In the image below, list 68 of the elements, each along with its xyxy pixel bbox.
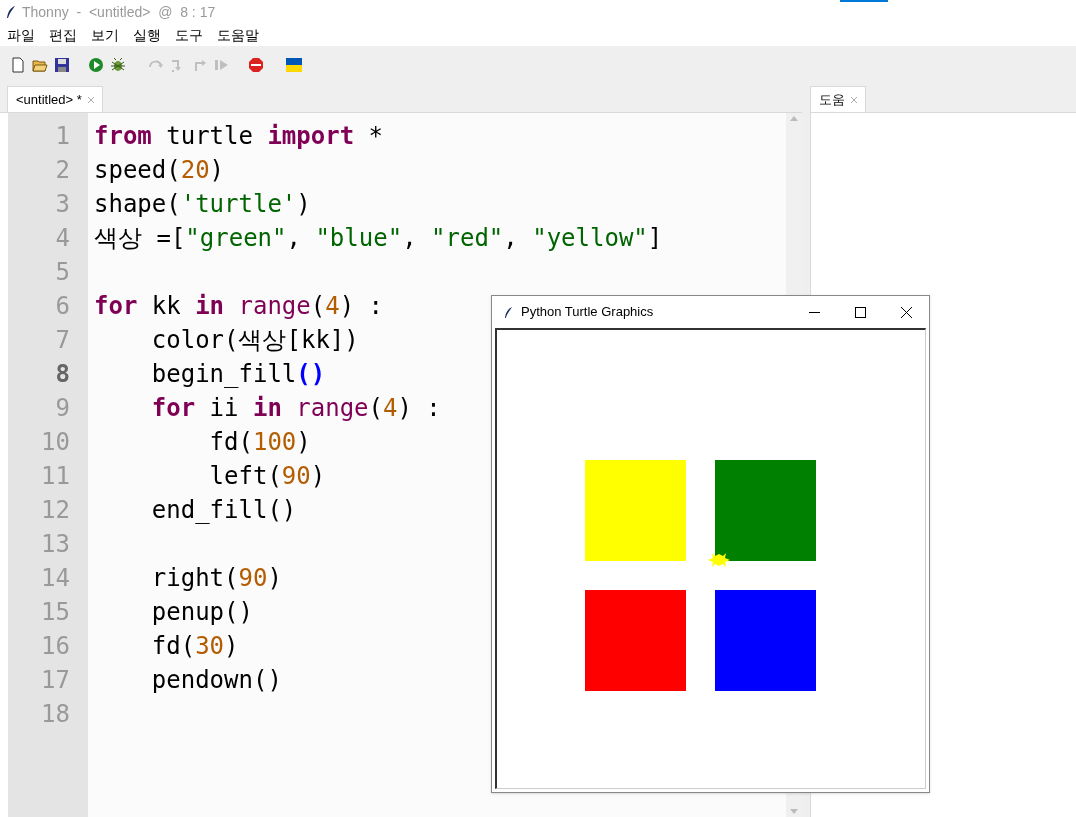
tab-label: <untitled> * <box>16 90 82 109</box>
code-line: fd(100) <box>208 427 311 458</box>
line-number: 14 <box>40 563 71 594</box>
code-line: for kk in range(4) : <box>94 291 384 322</box>
turtle-icon <box>706 550 732 570</box>
line-number: 17 <box>40 665 71 696</box>
line-number: 4 <box>54 223 71 254</box>
folder-icon <box>32 57 48 73</box>
code-line: fd(30) <box>150 631 239 662</box>
close-icon[interactable] <box>851 96 857 103</box>
menu-item[interactable]: 도구 <box>175 24 203 46</box>
window-title: Thonny - <untitled> @ 8 : 17 <box>22 2 216 22</box>
line-number: 13 <box>40 529 71 560</box>
scroll-up-icon[interactable] <box>790 115 798 121</box>
line-number: 2 <box>54 155 71 186</box>
code-line: color(색상[kk]) <box>150 325 359 356</box>
line-number: 3 <box>54 189 71 220</box>
code-line: left(90) <box>208 461 326 492</box>
line-number: 6 <box>54 291 71 322</box>
code-line: shape('turtle') <box>94 189 311 220</box>
line-number: 18 <box>40 699 71 730</box>
close-icon <box>900 306 912 318</box>
line-number: 5 <box>54 257 71 288</box>
stop-button[interactable] <box>247 55 265 75</box>
bug-icon <box>110 57 126 73</box>
line-number: 11 <box>40 461 71 492</box>
close-icon[interactable] <box>87 96 94 103</box>
feather-icon <box>504 305 513 319</box>
line-number: 15 <box>40 597 71 628</box>
menu-item[interactable]: 보기 <box>91 24 119 46</box>
code-line: for ii in range(4) : <box>150 393 441 424</box>
minimize-icon <box>808 311 820 313</box>
scroll-down-icon[interactable] <box>790 809 798 815</box>
new-file-icon <box>10 57 26 73</box>
tab[interactable]: <untitled> * <box>7 86 103 112</box>
save-button[interactable] <box>53 55 71 75</box>
feather-icon <box>6 5 16 19</box>
line-number: 16 <box>40 631 71 662</box>
up-arrow-icon <box>192 57 208 73</box>
line-number: 1 <box>54 121 71 152</box>
new-button[interactable] <box>9 55 27 75</box>
menu-item[interactable]: 실행 <box>133 24 161 46</box>
play-icon <box>88 57 104 73</box>
tab[interactable]: 도움 <box>810 86 866 112</box>
code-line: end_fill() <box>150 495 297 526</box>
resume-icon <box>214 57 230 73</box>
tab-label: 도움 <box>819 90 845 109</box>
line-number: 9 <box>54 393 71 424</box>
menu-item[interactable]: 파일 <box>7 24 35 46</box>
code-line: from turtle import * <box>94 121 383 152</box>
code-line: penup() <box>150 597 253 628</box>
flag-icon <box>286 57 302 73</box>
line-number: 8 <box>54 359 71 390</box>
flag-button[interactable] <box>285 55 303 75</box>
code-line: begin_fill() <box>150 359 326 390</box>
code-line: speed(20) <box>94 155 225 186</box>
line-number: 10 <box>40 427 71 458</box>
line-number: 12 <box>40 495 71 526</box>
run-button[interactable] <box>87 55 105 75</box>
window-title: Python Turtle Graphics <box>521 303 655 322</box>
code-line: pendown() <box>150 665 282 696</box>
stop-sign-icon <box>248 57 264 73</box>
maximize-icon <box>854 306 866 318</box>
menu-item[interactable]: 도움말 <box>217 24 259 46</box>
menu-item[interactable]: 편집 <box>49 24 77 46</box>
line-number: 7 <box>54 325 71 356</box>
code-line: right(90) <box>150 563 282 594</box>
code-line: 색상 =["green", "blue", "red", "yellow"] <box>94 223 663 254</box>
